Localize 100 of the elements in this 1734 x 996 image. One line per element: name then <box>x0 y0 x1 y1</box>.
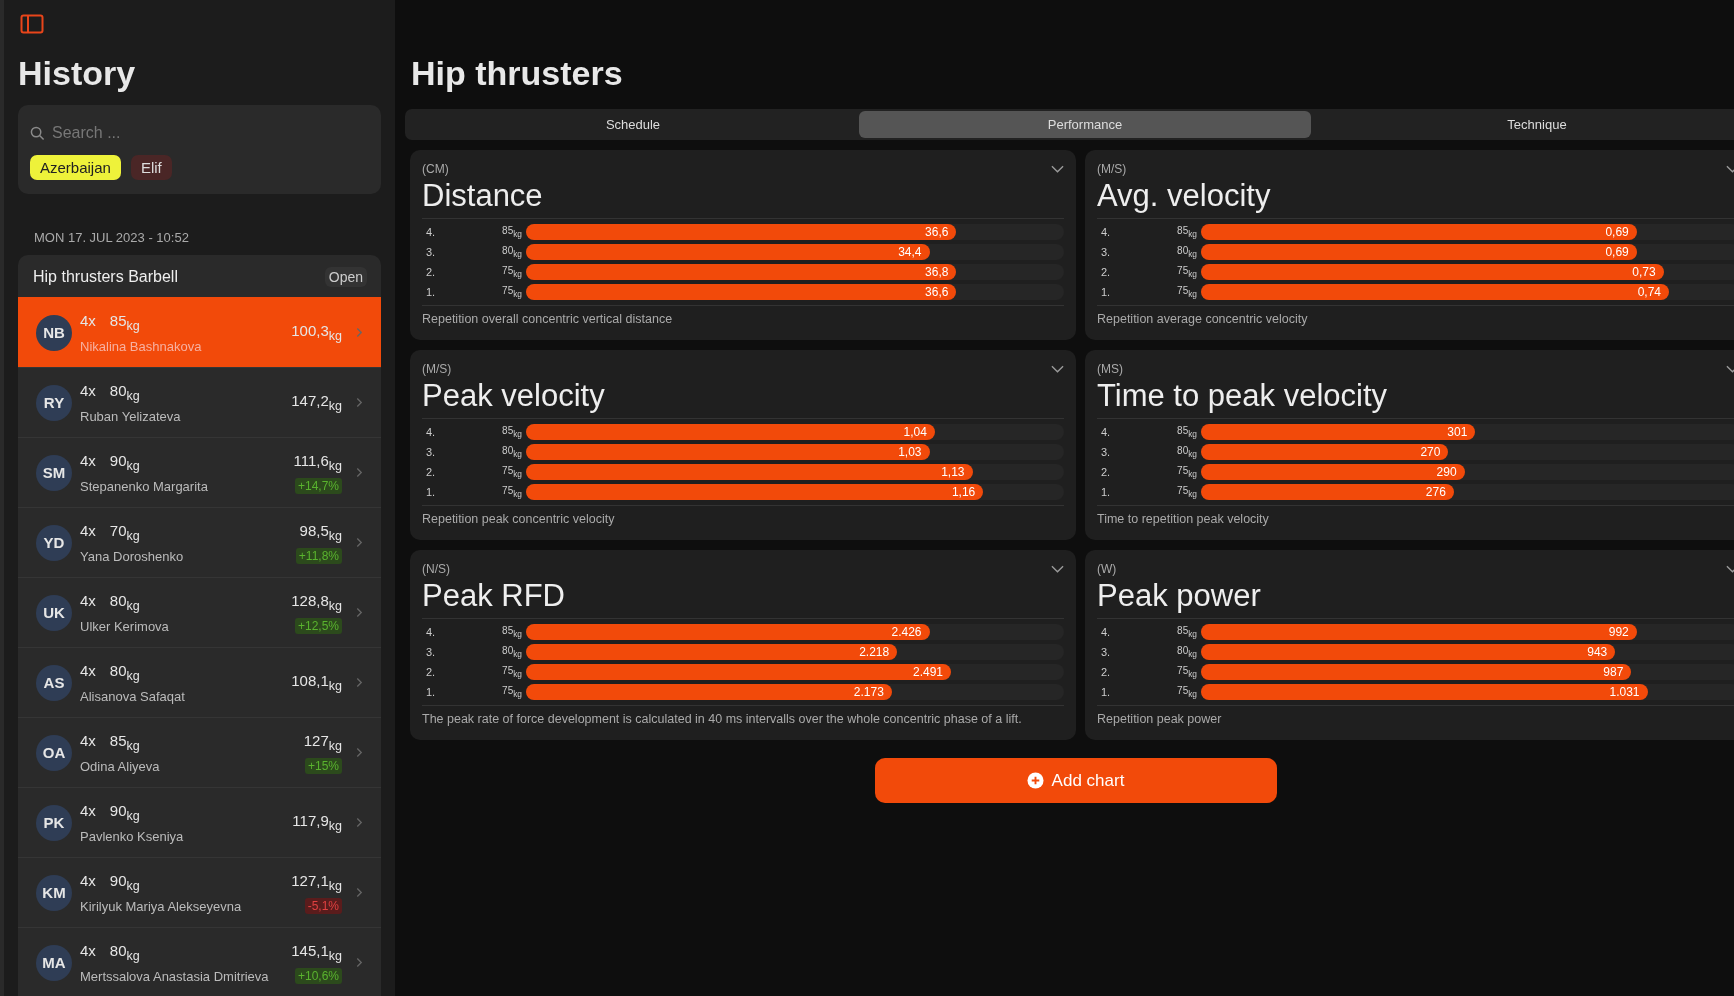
weight-label: 80$_{kg}$ <box>109 381 140 403</box>
chevron-down-icon[interactable] <box>1051 165 1064 173</box>
change-badge: +14,7% <box>294 477 342 494</box>
chevron-down-icon[interactable] <box>1051 565 1064 573</box>
session-date: MON 17. JUL 2023 - 10:52 <box>34 230 190 245</box>
rep-label: 1. <box>425 686 437 698</box>
bar-value: 1,04 <box>903 425 928 439</box>
avatar: PK <box>36 804 72 841</box>
athlete-row[interactable]: YD 4x 70$_{kg}$ Yana Doroshenko 98,5$_{kg}$ +11,8% <box>18 507 381 577</box>
open-button[interactable]: Open <box>324 267 367 287</box>
athlete-row[interactable]: SM 4x 90$_{kg}$ Stepanenko Margarita 111,6$_{kg}$ +14,7% <box>18 437 381 507</box>
total-label: 127,1$_{kg}$ <box>291 871 342 893</box>
rep-label: 2. <box>1100 666 1112 678</box>
athlete-row[interactable]: PK 4x 90$_{kg}$ Pavlenko Kseniya 117,9$_{kg}$ <box>18 787 381 857</box>
rep-label: 1. <box>1100 686 1112 698</box>
card-description: Repetition peak concentric velocity <box>422 512 616 526</box>
unit-label: (M/S) <box>422 362 452 376</box>
change-badge: +12,5% <box>294 617 342 634</box>
total-label: 117,9$_{kg}$ <box>292 812 342 833</box>
tab[interactable]: Performance <box>859 111 1311 138</box>
weight-label: 80$_{kg}$ <box>109 941 140 963</box>
weight-label: 75$_{kg}$ <box>501 485 523 499</box>
chevron-icon <box>356 327 363 338</box>
weight-label: 80$_{kg}$ <box>1176 645 1198 659</box>
weight-label: 75$_{kg}$ <box>501 285 523 299</box>
card-description: Repetition peak power <box>1097 712 1223 726</box>
athlete-row[interactable]: RY 4x 80$_{kg}$ Ruban Yelizateva 147,2$_{kg}$ <box>18 367 381 437</box>
total-label: 145,1$_{kg}$ <box>291 941 342 963</box>
weight-label: 90$_{kg}$ <box>109 801 140 823</box>
filter-chip[interactable]: Azerbaijan <box>30 155 121 180</box>
rep-label: 1. <box>425 286 437 298</box>
chevron-icon <box>356 957 363 968</box>
weight-label: 75$_{kg}$ <box>501 665 523 679</box>
chevron-down-icon[interactable] <box>1051 365 1064 373</box>
unit-label: (MS) <box>1097 362 1123 376</box>
weight-label: 85$_{kg}$ <box>1176 625 1198 639</box>
rep-label: 1. <box>425 486 437 498</box>
plus-circle-icon <box>1026 772 1044 789</box>
chevron-icon <box>356 817 363 828</box>
rep-label: 4. <box>425 626 437 638</box>
athlete-row[interactable]: MA 4x 80$_{kg}$ Mertssalova Anastasia Dmitrieva 145,1$_{kg}$ +10,6% <box>18 927 381 996</box>
sidebar-toggle-icon[interactable] <box>20 14 44 34</box>
weight-label: 80$_{kg}$ <box>1176 245 1198 259</box>
rep-label: 2. <box>1100 266 1112 278</box>
avatar: UK <box>36 594 72 631</box>
weight-label: 85$_{kg}$ <box>109 731 140 753</box>
session-title: Hip thrusters Barbell <box>33 268 178 286</box>
weight-label: 85$_{kg}$ <box>501 225 523 239</box>
bar-value: 36,6 <box>925 225 950 239</box>
weight-label: 85$_{kg}$ <box>501 425 523 439</box>
athlete-name: Odina Aliyeva <box>80 758 161 774</box>
tab[interactable]: Technique <box>1311 111 1734 138</box>
weight-label: 75$_{kg}$ <box>1176 285 1198 299</box>
athlete-row[interactable]: UK 4x 80$_{kg}$ Ulker Kerimova 128,8$_{kg}$ +12,5% <box>18 577 381 647</box>
tab[interactable]: Schedule <box>407 111 859 138</box>
weight-label: 75$_{kg}$ <box>1176 485 1198 499</box>
avatar: RY <box>36 384 72 421</box>
avatar: SM <box>36 454 72 491</box>
total-label: 111,6$_{kg}$ <box>293 451 342 473</box>
search-icon <box>30 125 45 141</box>
reps-label: 4x <box>80 801 96 821</box>
card-title: Peak power <box>1097 578 1262 614</box>
athlete-name: Alisanova Safaqat <box>80 688 186 704</box>
weight-label: 80$_{kg}$ <box>501 245 523 259</box>
chevron-icon <box>356 467 363 478</box>
athlete-row[interactable]: AS 4x 80$_{kg}$ Alisanova Safaqat 108,1$_{kg}$ <box>18 647 381 717</box>
chevron-icon <box>356 677 363 688</box>
search-field[interactable]: Search ... <box>50 123 254 143</box>
add-chart-button[interactable]: Add chart <box>874 758 1277 803</box>
chevron-icon <box>356 607 363 618</box>
rep-label: 4. <box>425 426 437 438</box>
athlete-name: Ruban Yelizateva <box>80 408 182 424</box>
bar-value: 992 <box>1608 625 1630 639</box>
unit-label: (CM) <box>422 162 449 176</box>
athlete-row[interactable]: KM 4x 90$_{kg}$ Kirilyuk Mariya Alekseyevna 127,1$_{kg}$ -5,1% <box>18 857 381 927</box>
weight-label: 75$_{kg}$ <box>501 265 523 279</box>
reps-label: 4x <box>80 731 96 751</box>
rep-label: 3. <box>425 246 437 258</box>
total-label: 100,3$_{kg}$ <box>291 322 342 343</box>
avatar: NB <box>36 314 72 351</box>
total-label: 147,2$_{kg}$ <box>291 392 342 413</box>
weight-label: 85$_{kg}$ <box>1176 225 1198 239</box>
change-badge: +10,6% <box>294 967 342 984</box>
sidebar-title: History <box>18 54 137 93</box>
bar-value: 290 <box>1436 465 1458 479</box>
athlete-row[interactable]: OA 4x 85$_{kg}$ Odina Aliyeva 127$_{kg}$ +15% <box>18 717 381 787</box>
chevron-icon <box>356 397 363 408</box>
athlete-name: Kirilyuk Mariya Alekseyevna <box>80 898 243 914</box>
avatar: YD <box>36 524 72 561</box>
filter-chip[interactable]: Elif <box>130 155 172 180</box>
reps-label: 4x <box>80 451 96 471</box>
card-title: Avg. velocity <box>1097 178 1272 214</box>
card-title: Distance <box>422 178 544 214</box>
bar-value: 0,69 <box>1605 225 1630 239</box>
rep-label: 3. <box>425 646 437 658</box>
reps-label: 4x <box>80 871 96 891</box>
rep-label: 2. <box>425 466 437 478</box>
bar-value: 1,03 <box>898 445 923 459</box>
change-badge: +15% <box>304 757 342 774</box>
athlete-row[interactable]: NB 4x 85$_{kg}$ Nikalina Bashnakova 100,3$_{kg}$ <box>18 297 381 367</box>
